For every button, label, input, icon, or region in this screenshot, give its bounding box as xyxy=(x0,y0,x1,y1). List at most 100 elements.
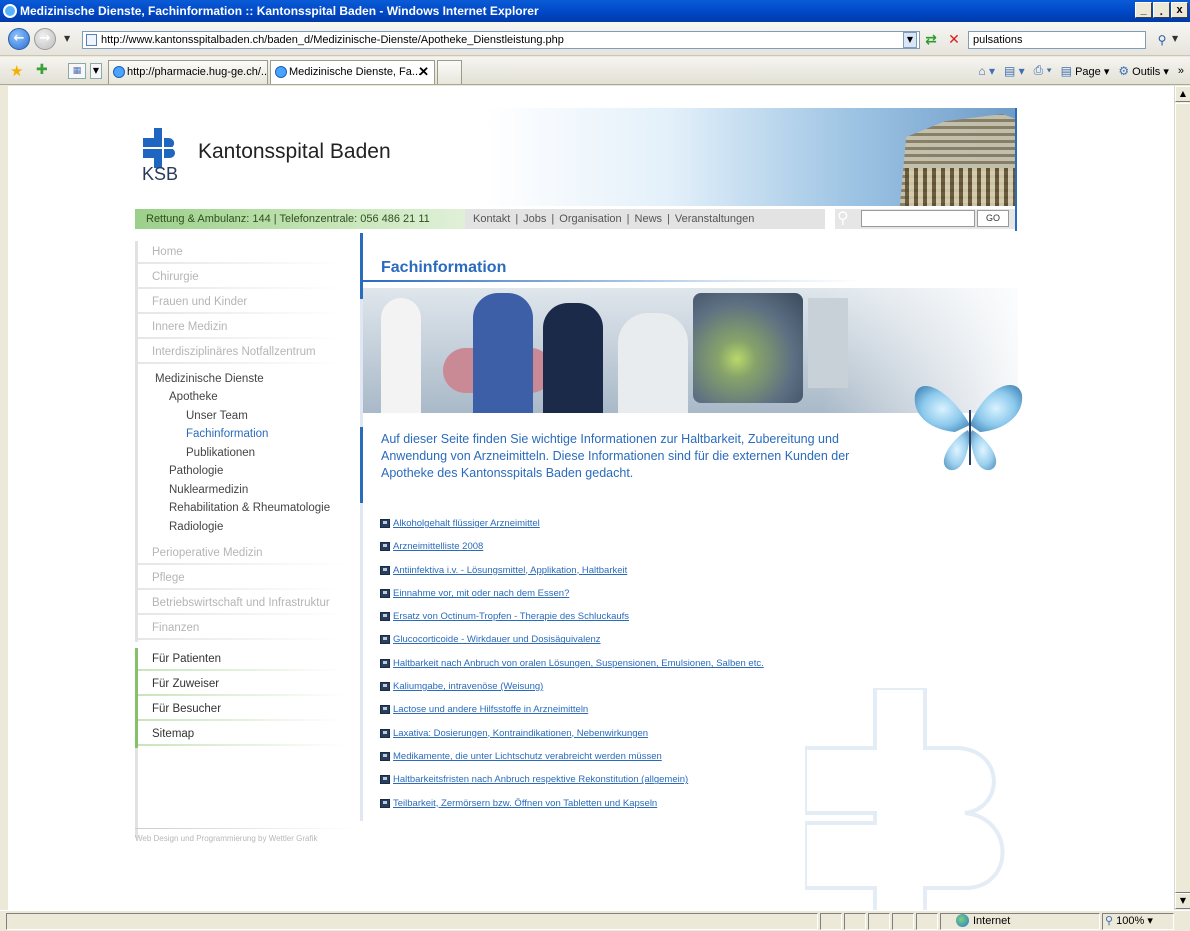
window-titlebar: Medizinische Dienste, Fachinformation ::… xyxy=(0,0,1190,22)
ksb-logo[interactable]: KSB xyxy=(142,128,183,188)
scroll-thumb[interactable] xyxy=(1175,103,1190,893)
sidebar-item-pflege[interactable]: Pflege xyxy=(135,567,345,592)
document-link[interactable]: Arzneimittelliste 2008 xyxy=(380,541,764,564)
tab-label: http://pharmacie.hug-ge.ch/... xyxy=(127,66,268,78)
chevron-more-icon[interactable]: » xyxy=(1178,65,1184,77)
document-link[interactable]: Haltbarkeit nach Anbruch von oralen Lösu… xyxy=(380,658,764,681)
sidebar-item-fachinformation[interactable]: Fachinformation xyxy=(155,425,345,444)
document-link[interactable]: Haltbarkeitsfristen nach Anbruch respekt… xyxy=(380,774,764,797)
back-button[interactable]: ← xyxy=(8,28,30,50)
browser-search-input[interactable]: pulsations xyxy=(968,31,1146,49)
sidebar-item-fuer-zuweiser[interactable]: Für Zuweiser xyxy=(135,673,345,698)
sidebar-item-apotheke[interactable]: Apotheke xyxy=(155,388,345,407)
document-link[interactable]: Ersatz von Octinum-Tropfen - Therapie de… xyxy=(380,611,764,634)
zoom-icon: ⚲ xyxy=(1105,915,1114,927)
restore-button[interactable]: ¸ xyxy=(1153,2,1170,18)
document-list: Alkoholgehalt flüssiger Arzneimittel Arz… xyxy=(380,518,764,821)
status-panel xyxy=(916,913,938,930)
tools-menu[interactable]: ⚙ Outils ▾ xyxy=(1118,64,1169,78)
document-link[interactable]: Kaliumgabe, intravenöse (Weisung) xyxy=(380,681,764,704)
page-menu[interactable]: ▤ Page ▾ xyxy=(1061,64,1110,78)
add-favorite-icon[interactable]: ✚ xyxy=(36,62,48,78)
sidebar-item-unser-team[interactable]: Unser Team xyxy=(155,407,345,426)
sidebar-item-notfallzentrum[interactable]: Interdisziplinäres Notfallzentrum xyxy=(135,341,345,366)
forward-button[interactable]: → xyxy=(34,28,56,50)
home-icon[interactable]: ⌂ ▾ xyxy=(978,64,995,78)
page-menu-label: Page xyxy=(1075,65,1101,78)
scroll-up-button[interactable]: ▲ xyxy=(1175,86,1190,102)
document-link-label: Medikamente, die unter Lichtschutz verab… xyxy=(393,750,662,762)
search-dropdown-icon[interactable]: ▼ xyxy=(1172,34,1178,43)
tab-pharmacie[interactable]: http://pharmacie.hug-ge.ch/... xyxy=(108,60,268,84)
close-window-button[interactable]: x xyxy=(1171,2,1188,18)
status-bar: Internet ⚲ 100% ▾ xyxy=(0,910,1190,931)
document-link[interactable]: Einnahme vor, mit oder nach dem Essen? xyxy=(380,588,764,611)
search-go-button[interactable]: GO xyxy=(977,210,1009,227)
close-tab-icon[interactable]: ✕ xyxy=(418,61,429,83)
sidebar-item-publikationen[interactable]: Publikationen xyxy=(155,444,345,463)
sidebar-item-rehabilitation[interactable]: Rehabilitation & Rheumatologie xyxy=(155,499,345,518)
sidebar-item-frauen-und-kinder[interactable]: Frauen und Kinder xyxy=(135,291,345,316)
tab-medizinische-dienste[interactable]: Medizinische Dienste, Fa... ✕ xyxy=(270,60,435,84)
sidebar-item-radiologie[interactable]: Radiologie xyxy=(155,518,345,537)
tab-list-dropdown-icon[interactable]: ▼ xyxy=(90,63,102,79)
sidebar-item-pathologie[interactable]: Pathologie xyxy=(155,462,345,481)
feeds-icon[interactable]: ▤ ▾ xyxy=(1004,64,1025,78)
page-icon xyxy=(86,34,97,46)
topnav-kontakt[interactable]: Kontakt xyxy=(473,213,510,225)
topnav-news[interactable]: News xyxy=(635,213,663,225)
url-field[interactable]: http://www.kantonsspitalbaden.ch/baden_d… xyxy=(82,31,920,49)
topnav-jobs[interactable]: Jobs xyxy=(523,213,546,225)
stop-icon[interactable]: ✕ xyxy=(945,31,963,49)
page-title: Fachinformation xyxy=(381,259,507,276)
sidebar-item-perioperative-medizin[interactable]: Perioperative Medizin xyxy=(135,542,345,567)
document-link[interactable]: Alkoholgehalt flüssiger Arzneimittel xyxy=(380,518,764,541)
refresh-icon[interactable]: ⇄ xyxy=(922,31,940,49)
top-nav: Kontakt | Jobs | Organisation | News | Veranstal… xyxy=(465,209,825,229)
sidebar-item-fuer-patienten[interactable]: Für Patienten xyxy=(135,648,345,673)
document-link-label: Haltbarkeit nach Anbruch von oralen Lösu… xyxy=(393,657,764,669)
new-tab-button[interactable] xyxy=(437,60,462,84)
document-link[interactable]: Laxativa: Dosierungen, Kontraindikatione… xyxy=(380,728,764,751)
sidebar-item-medizinische-dienste[interactable]: Medizinische Dienste xyxy=(155,370,345,388)
document-link-label: Arzneimittelliste 2008 xyxy=(393,541,484,553)
topnav-organisation[interactable]: Organisation xyxy=(559,213,621,225)
scroll-down-button[interactable]: ▼ xyxy=(1175,893,1190,909)
document-link[interactable]: Glucocorticoide - Wirkdauer und Dosisäqu… xyxy=(380,634,764,657)
sidebar-item-home[interactable]: Home xyxy=(135,241,345,266)
site-search-input[interactable] xyxy=(861,210,975,227)
quick-tabs-icon[interactable]: ▦ xyxy=(68,63,86,79)
print-icon[interactable]: ⎙ ▾ xyxy=(1034,63,1052,78)
tab-bar: ★ ✚ ▦ ▼ http://pharmacie.hug-ge.ch/... M… xyxy=(0,57,1190,85)
search-magnifier-icon[interactable]: ⚲ xyxy=(1152,31,1172,49)
emergency-info: Rettung & Ambulanz: 144 | Telefonzentral… xyxy=(135,209,465,229)
favorites-star-icon[interactable]: ★ xyxy=(10,62,23,80)
history-dropdown-icon[interactable]: ▼ xyxy=(64,34,70,43)
file-icon xyxy=(380,682,390,692)
document-link[interactable]: Teilbarkeit, Zermörsern bzw. Öffnen von … xyxy=(380,798,764,821)
tab-label: Medizinische Dienste, Fa... xyxy=(289,66,422,78)
sidebar-item-innere-medizin[interactable]: Innere Medizin xyxy=(135,316,345,341)
document-link[interactable]: Medikamente, die unter Lichtschutz verab… xyxy=(380,751,764,774)
document-link[interactable]: Antiinfektiva i.v. - Lösungsmittel, Appl… xyxy=(380,565,764,588)
sidebar-item-finanzen[interactable]: Finanzen xyxy=(135,617,345,642)
sidebar-item-chirurgie[interactable]: Chirurgie xyxy=(135,266,345,291)
sidebar-item-nuklearmedizin[interactable]: Nuklearmedizin xyxy=(155,481,345,500)
file-icon xyxy=(380,751,390,761)
vertical-scrollbar[interactable]: ▲ ▼ xyxy=(1174,86,1190,910)
minimize-button[interactable]: _ xyxy=(1135,2,1152,18)
sidebar-item-fuer-besucher[interactable]: Für Besucher xyxy=(135,698,345,723)
photo-figure xyxy=(473,293,533,413)
nav-separator: | xyxy=(551,213,555,225)
url-dropdown-icon[interactable]: ▼ xyxy=(903,32,917,48)
title-underline xyxy=(363,280,863,282)
file-icon xyxy=(380,588,390,598)
document-link[interactable]: Lactose und andere Hilfsstoffe in Arznei… xyxy=(380,704,764,727)
footer-credit[interactable]: Web Design und Programmierung by Wettler… xyxy=(135,834,317,843)
topnav-veranstaltungen[interactable]: Veranstaltungen xyxy=(675,213,755,225)
status-panel xyxy=(892,913,914,930)
sidebar-item-betriebswirtschaft[interactable]: Betriebswirtschaft und Infrastruktur xyxy=(135,592,345,617)
zoom-control[interactable]: ⚲ 100% ▾ xyxy=(1105,914,1153,927)
sidebar-item-sitemap[interactable]: Sitemap xyxy=(135,723,345,748)
zoom-level: 100% xyxy=(1116,915,1145,927)
